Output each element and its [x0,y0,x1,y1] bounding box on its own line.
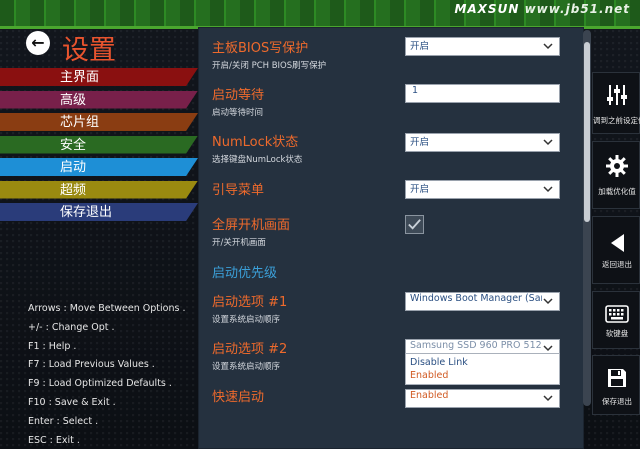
boot-menu-select[interactable]: 开启 [405,180,560,199]
bios-protect-title: 主板BIOS写保护 [212,41,309,56]
brand-name: MAXSUN [454,2,520,16]
nav-item-chipset[interactable]: 芯片组 [0,111,200,134]
brand-watermark: MAXSUN www.jb51.net [454,2,630,24]
fullscreen-logo-title: 全屏开机画面 [212,218,291,233]
help-line: F7 : Load Previous Values . [28,359,155,371]
help-line: ESC : Exit . [28,434,80,446]
site-watermark: www.jb51.net [524,2,630,16]
nav-label: 主界面 [60,70,100,85]
side-nav: 主界面 高级 芯片组 安全 启动 超频 保存退出 [0,66,200,224]
nav-item-save-exit[interactable]: 保存退出 [0,201,200,224]
help-line: Enter : Select . [28,415,99,427]
chevron-down-icon [543,395,553,402]
tool-label: 返回退出 [602,260,632,269]
select-value: 开启 [410,184,430,195]
boot-wait-title: 启动等待 [212,88,265,103]
nav-item-security[interactable]: 安全 [0,134,200,157]
nav-label: 高级 [60,92,87,108]
popup-option-enabled[interactable]: Enabled [410,370,448,381]
bios-protect-select[interactable]: 开启 [405,37,560,56]
fast-boot-select[interactable]: Enabled [405,389,560,408]
page-title: 设置 [62,35,116,66]
boot-option-1-select[interactable]: Windows Boot Manager (Sams [405,292,560,311]
chevron-down-icon [543,139,553,146]
boot-option-1-desc: 设置系统启动顺序 [212,315,281,325]
boot-priority-header: 启动优先级 [212,266,278,281]
checkmark-icon [408,219,421,230]
nav-item-overclock[interactable]: 超频 [0,179,200,202]
back-arrow-icon[interactable]: ← [26,31,50,55]
tool-label: 保存退出 [602,397,632,406]
boot-wait-input[interactable]: 1 [405,84,560,103]
help-line: F1 : Help . [28,340,77,352]
numlock-desc: 选择键盘NumLock状态 [212,155,303,165]
nav-item-advanced[interactable]: 高级 [0,89,200,112]
boot-option-2-desc: 设置系统启动顺序 [212,362,281,372]
help-line: +/- : Change Opt . [28,321,115,333]
help-line: F9 : Load Optimized Defaults . [28,378,172,390]
nav-label: 安全 [60,137,87,153]
nav-label: 芯片组 [60,115,100,130]
nav-label: 超频 [60,182,87,198]
boot-option-2-title: 启动选项 #2 [212,342,288,357]
chevron-down-icon [543,43,553,50]
help-line: F10 : Save & Exit . [28,396,116,408]
select-value: Enabled [410,390,449,401]
gear-icon [593,152,640,180]
popup-option-disable-link[interactable]: Disable Link [410,357,468,368]
select-value: 开启 [410,41,430,52]
back-exit-button[interactable]: 返回退出 [592,216,640,284]
input-value: 1 [412,85,419,96]
nav-item-main[interactable]: 主界面 [0,66,200,89]
load-previous-button[interactable]: 调到之前设定值 [592,72,640,134]
fullscreen-logo-desc: 开/关开机画面 [212,238,266,248]
boot-menu-title: 引导菜单 [212,183,265,198]
bios-screen: MAXSUN www.jb51.net ← 设置 主界面 高级 芯片组 安全 启… [0,0,640,449]
numlock-select[interactable]: 开启 [405,133,560,152]
save-icon [593,364,640,392]
scrollbar-thumb[interactable] [584,42,590,222]
fast-boot-title: 快速启动 [212,390,265,405]
select-value: Windows Boot Manager (Sams [410,293,542,304]
boot-wait-desc: 启动等待时间 [212,108,264,118]
save-exit-button[interactable]: 保存退出 [592,355,640,415]
nav-item-boot[interactable]: 启动 [0,156,200,179]
nav-label: 保存退出 [60,205,113,220]
tool-label: 加载优化值 [598,187,636,196]
back-triangle-icon [593,229,640,257]
nav-label: 启动 [60,160,87,175]
numlock-title: NumLock状态 [212,135,299,150]
help-line: Arrows : Move Between Options . [28,303,186,314]
boot-option-1-title: 启动选项 #1 [212,295,288,310]
load-optimized-button[interactable]: 加载优化值 [592,141,640,209]
settings-panel: 主板BIOS写保护 开启/关闭 PCH BIOS刷写保护 开启 启动等待 启动等… [198,27,584,449]
select-value: 开启 [410,137,430,148]
select-value: Samsung SSD 960 PRO 512GB [410,340,542,351]
help-keys: Arrows : Move Between Options . +/- : Ch… [28,300,185,449]
bios-protect-desc: 开启/关闭 PCH BIOS刷写保护 [212,61,327,71]
top-bar: MAXSUN www.jb51.net [0,0,640,29]
chevron-down-icon [543,186,553,193]
settings-scrollbar[interactable] [583,30,591,406]
tool-label: 调到之前设定值 [593,116,640,125]
boot-option-popup: Disable Link Enabled [405,353,560,385]
soft-keyboard-button[interactable]: 软键盘 [592,291,640,349]
tool-label: 软键盘 [605,329,629,338]
keyboard-icon [593,300,640,328]
sliders-icon [593,81,640,109]
chevron-down-icon [543,298,553,305]
fullscreen-logo-checkbox[interactable] [405,215,424,234]
